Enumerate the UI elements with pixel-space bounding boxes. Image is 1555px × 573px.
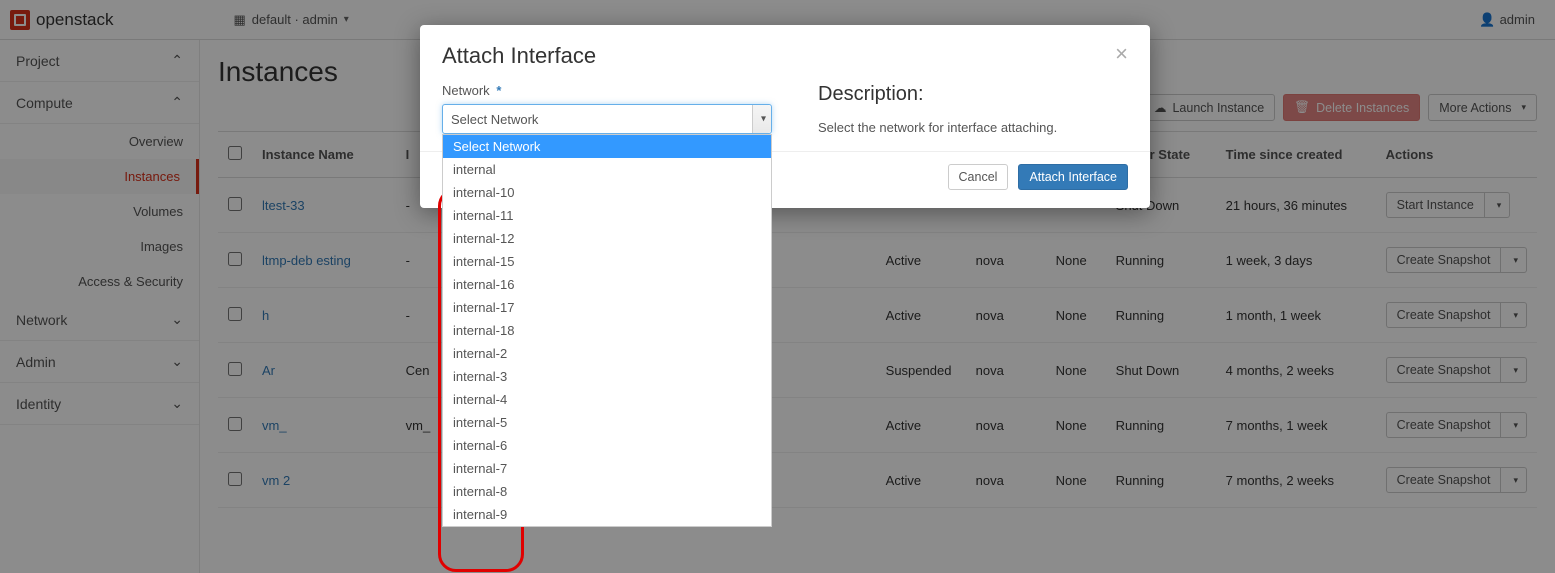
network-option[interactable]: internal-15 — [443, 250, 771, 273]
description-text: Select the network for interface attachi… — [818, 120, 1128, 135]
network-option[interactable]: internal-5 — [443, 411, 771, 434]
cancel-button[interactable]: Cancel — [948, 164, 1009, 190]
network-option[interactable]: internal-9 — [443, 503, 771, 526]
network-option[interactable]: internal-8 — [443, 480, 771, 503]
network-option[interactable]: internal-2 — [443, 342, 771, 365]
network-option[interactable]: internal-4 — [443, 388, 771, 411]
network-field-label: Network * — [442, 83, 772, 98]
required-marker: * — [496, 83, 501, 98]
modal-title: Attach Interface — [442, 43, 596, 69]
network-option[interactable]: internal-7 — [443, 457, 771, 480]
network-option[interactable]: internal-16 — [443, 273, 771, 296]
network-select[interactable]: Select Network ▾ — [442, 104, 772, 134]
network-option[interactable]: internal-3 — [443, 365, 771, 388]
network-option[interactable]: internal-10 — [443, 181, 771, 204]
network-option[interactable]: internal — [443, 158, 771, 181]
network-option[interactable]: internal-18 — [443, 319, 771, 342]
close-icon[interactable]: × — [1115, 43, 1128, 65]
network-option[interactable]: internal-12 — [443, 227, 771, 250]
network-field-label-text: Network — [442, 83, 490, 98]
network-option[interactable]: internal-17 — [443, 296, 771, 319]
network-option[interactable]: internal-6 — [443, 434, 771, 457]
network-option[interactable]: Select Network — [443, 135, 771, 158]
network-dropdown: Select Networkinternalinternal-10interna… — [442, 134, 772, 527]
chevron-down-icon: ▾ — [761, 114, 766, 125]
attach-interface-button[interactable]: Attach Interface — [1018, 164, 1128, 190]
network-option[interactable]: internal-11 — [443, 204, 771, 227]
attach-interface-modal: Attach Interface × Network * Select Netw… — [420, 25, 1150, 208]
network-select-value: Select Network — [451, 112, 538, 127]
description-heading: Description: — [818, 83, 1128, 106]
